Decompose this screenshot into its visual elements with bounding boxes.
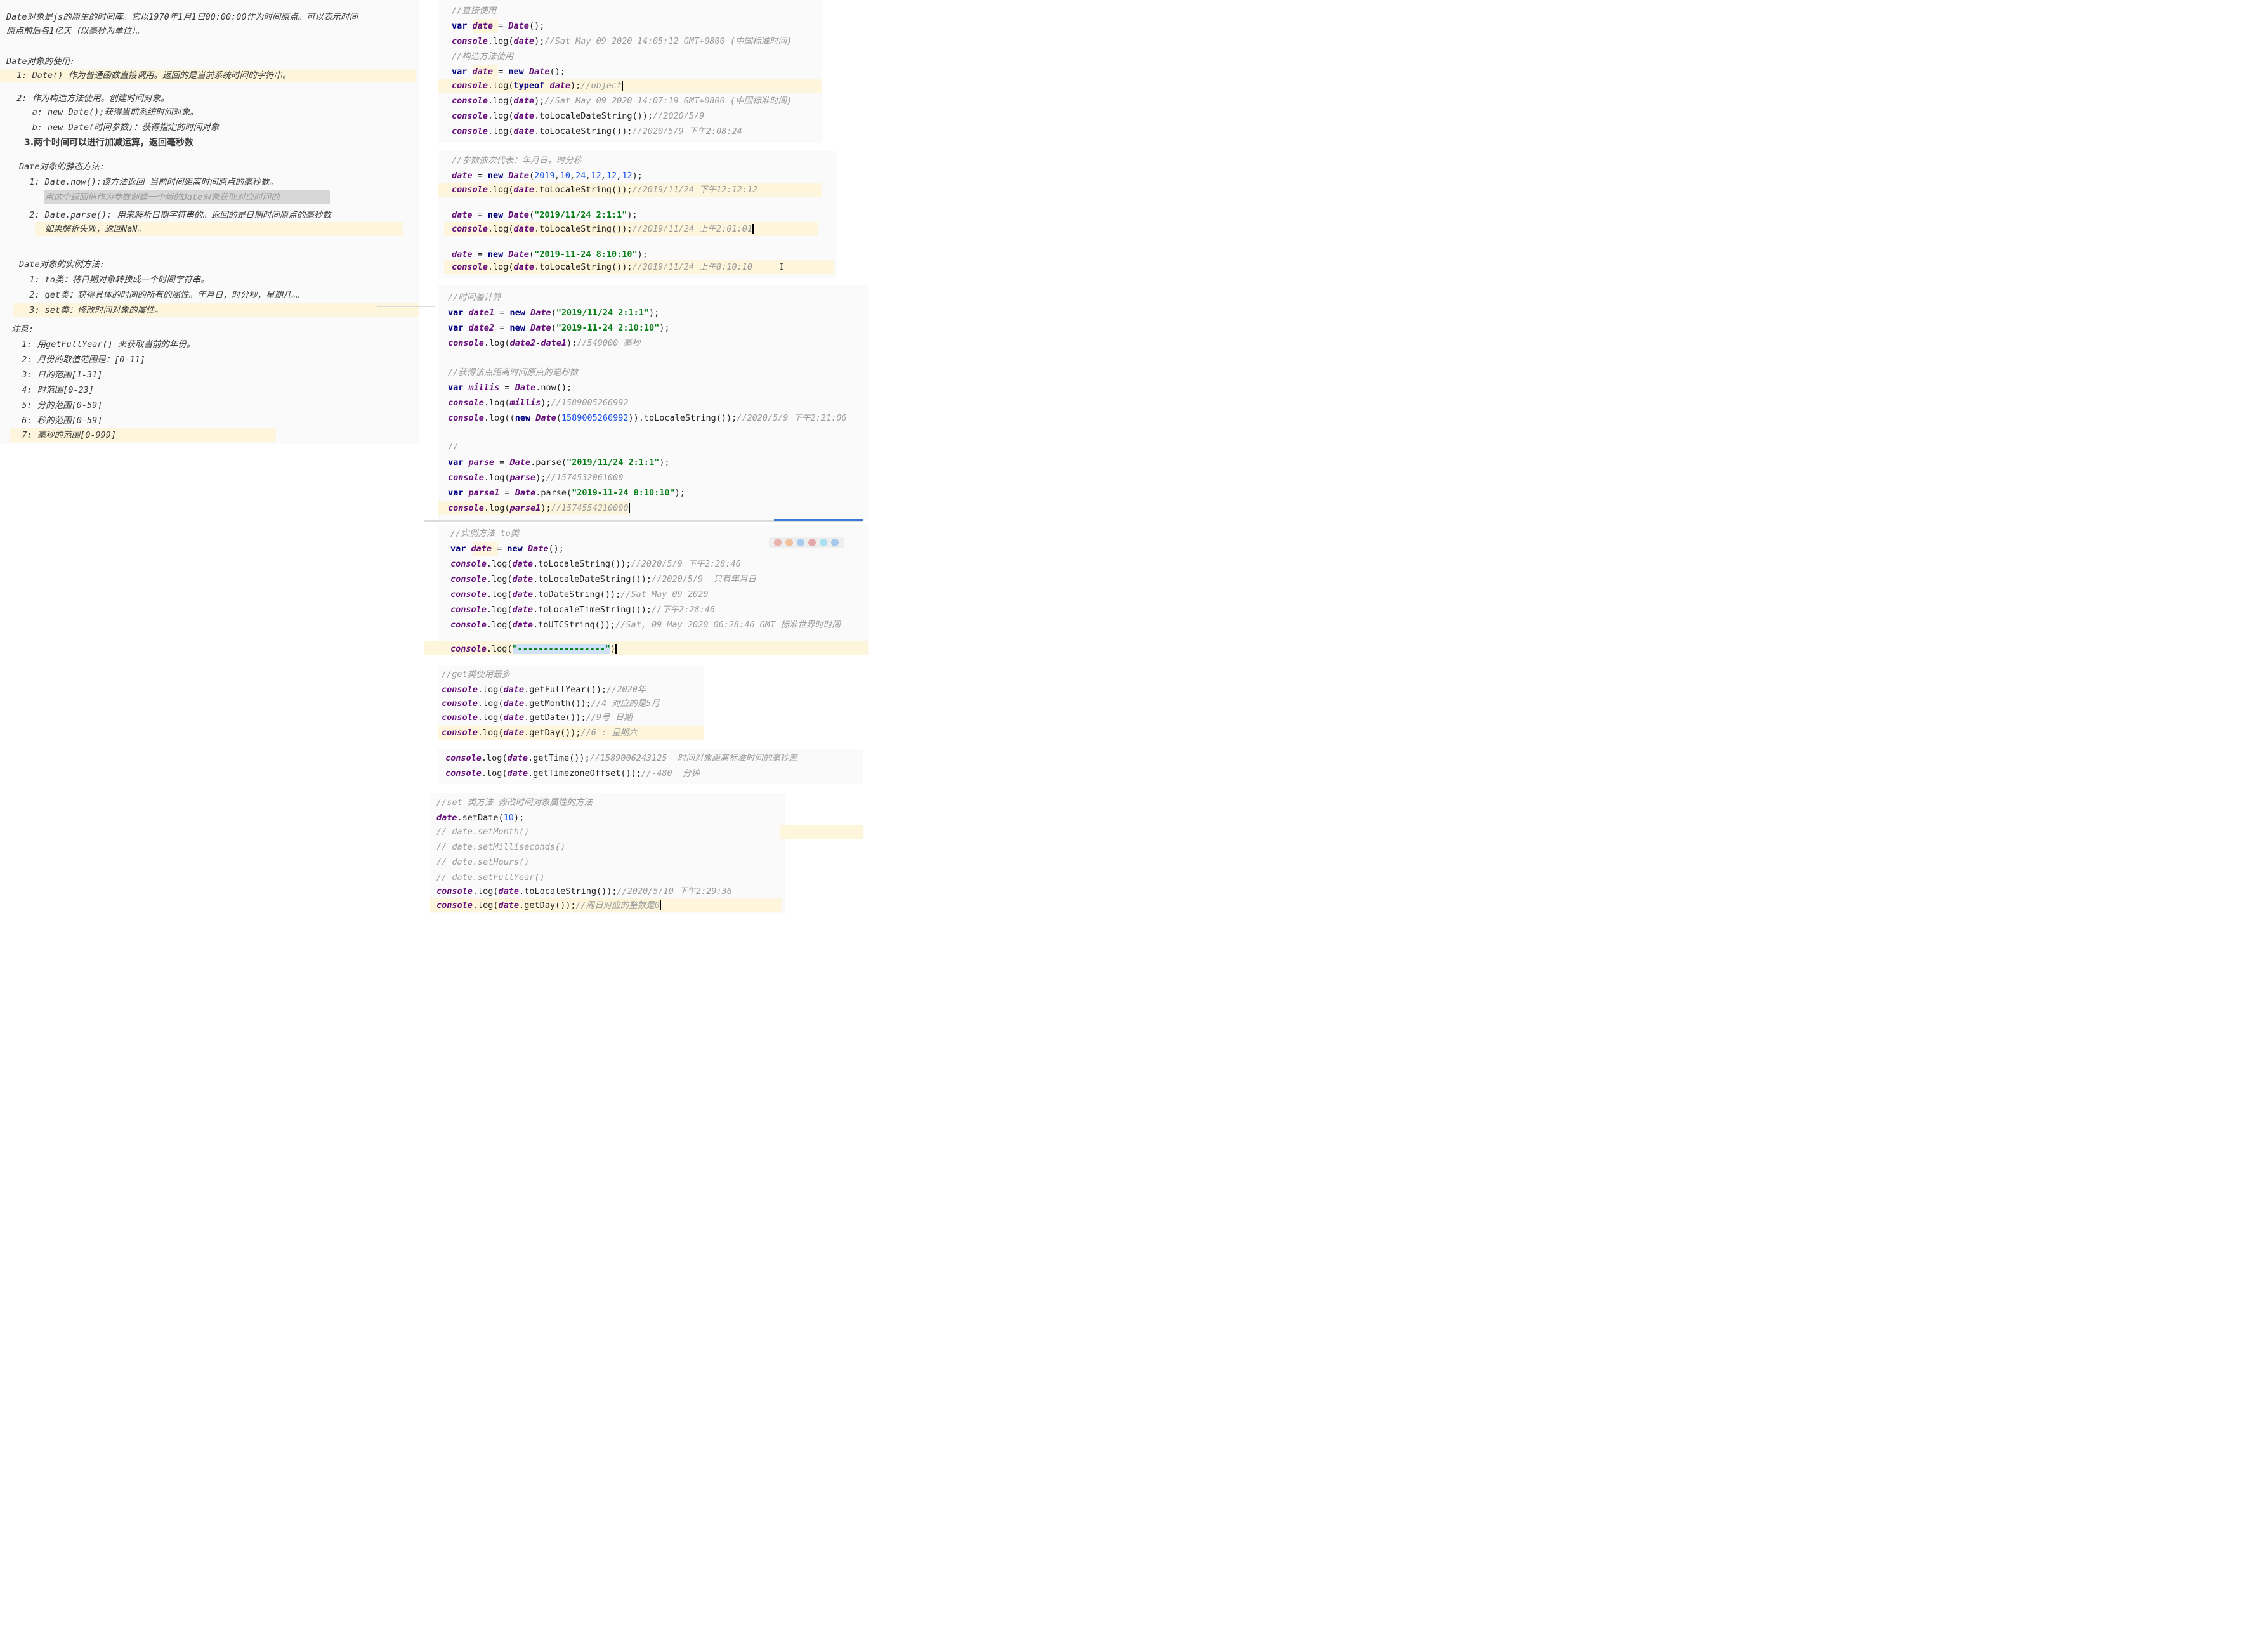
code-string: "2019/11/24 2:1:1" bbox=[534, 210, 627, 220]
text-caret bbox=[752, 224, 754, 234]
code-comment: //9号 日期 bbox=[586, 712, 633, 723]
note-line: 注意: bbox=[11, 324, 34, 334]
text-caret bbox=[628, 503, 630, 513]
code-comment: //获得该点距离时间原点的毫秒数 bbox=[448, 367, 579, 377]
code-comment: //Sat, 09 May 2020 06:28:46 GMT 标准世界时时间 bbox=[615, 620, 841, 630]
code-comment: // date.setHours() bbox=[436, 857, 530, 867]
note-line: 1: 用getFullYear() 来获取当前的年份。 bbox=[11, 339, 195, 350]
note-line: Date对象的使用: bbox=[6, 56, 75, 67]
note-line: 2: Date.parse(): 用来解析日期字符串的。返回的是日期时间原点的毫… bbox=[19, 210, 331, 220]
code-comment: //1574554210000 bbox=[551, 503, 629, 513]
note-line: 原点前后各1亿天（以毫秒为单位）。 bbox=[6, 26, 145, 36]
code-highlight bbox=[780, 825, 863, 839]
code-comment: //实例方法 to类 bbox=[450, 528, 520, 539]
code-comment: //object bbox=[580, 81, 622, 91]
notes-divider bbox=[377, 306, 435, 307]
code-comment: //2020/5/9 下午2:28:46 bbox=[631, 559, 741, 569]
text-caret bbox=[615, 644, 617, 654]
code-comment: //set 类方法 修改时间对象属性的方法 bbox=[436, 797, 593, 808]
code-comment: //549000 毫秒 bbox=[577, 338, 641, 348]
note-line: Date对象的实例方法: bbox=[19, 259, 105, 270]
scroll-indicator[interactable] bbox=[774, 519, 863, 521]
code-comment: //2020/5/10 下午2:29:36 bbox=[617, 886, 732, 896]
note-line: 1: Date.now():该方法返回 当前时间距离时间原点的毫秒数。 bbox=[19, 177, 279, 187]
code-comment: //2020年 bbox=[606, 685, 646, 695]
ie-icon[interactable] bbox=[820, 539, 827, 546]
code-comment: // date.setFullYear() bbox=[436, 872, 545, 882]
note-line: 1: Date() 作为普通函数直接调用。返回的是当前系统时间的字符串。 bbox=[6, 70, 291, 81]
code-comment: //-480 分钟 bbox=[641, 768, 700, 778]
code-string: "2019-11-24 8:10:10" bbox=[534, 249, 638, 259]
code-comment: // bbox=[448, 442, 459, 452]
note-line: 2: 作为构造方法使用。创建时间对象。 bbox=[6, 93, 169, 103]
code-comment: //2020/5/9 只有年月日 bbox=[652, 574, 757, 584]
note-line: Date对象的静态方法: bbox=[19, 162, 105, 172]
note-line: 1: to类：将日期对象转换成一个时间字符串。 bbox=[19, 275, 209, 285]
code-comment: // date.setMonth() bbox=[436, 827, 530, 837]
code-comment: //2020/5/9 bbox=[653, 111, 705, 121]
note-line: 6: 秒的范围[0-59] bbox=[11, 416, 103, 426]
code-comment: //1589005266992 bbox=[551, 398, 629, 408]
code-comment: //4 对应的是5月 bbox=[591, 699, 660, 709]
code-string-selected: "-----------------" bbox=[512, 644, 610, 654]
note-heading: 3.两个时间可以进行加减运算，返回毫秒数 bbox=[24, 138, 194, 148]
note-line: 2: get类：获得具体的时间的所有的属性。年月日，时分秒，星期几。。 bbox=[19, 290, 305, 300]
note-line: b: new Date(时间参数)：获得指定的时间对象 bbox=[6, 122, 220, 133]
edge-icon[interactable] bbox=[831, 539, 839, 546]
note-line: Date对象是js的原生的时间库。它以1970年1月1日00:00:00作为时间… bbox=[6, 12, 358, 22]
code-comment: //6 : 星期六 bbox=[580, 728, 638, 738]
code-comment: //2019/11/24 上午8:10:10 bbox=[632, 262, 753, 272]
note-line: 如果解析失败，返回NaN。 bbox=[19, 224, 147, 234]
note-line: 3: set类：修改时间对象的属性。 bbox=[19, 305, 164, 315]
code-comment: //构造方法使用 bbox=[452, 51, 514, 62]
code-comment: //直接使用 bbox=[452, 6, 497, 16]
code-comment: //Sat May 09 2020 14:07:19 GMT+0800 (中国标… bbox=[544, 96, 792, 106]
safari-icon[interactable] bbox=[797, 539, 804, 546]
mouse-cursor-icon: I bbox=[779, 262, 785, 272]
code-comment: //Sat May 09 2020 bbox=[620, 589, 709, 600]
code-comment: //参数依次代表：年月日，时分秒 bbox=[452, 155, 582, 166]
code-comment: // date.setMilliseconds() bbox=[436, 842, 566, 852]
code-comment: //下午2:28:46 bbox=[652, 605, 716, 615]
firefox-icon[interactable] bbox=[785, 539, 793, 546]
code-comment: //周日对应的整数是0 bbox=[575, 900, 660, 910]
text-caret bbox=[659, 900, 661, 910]
note-line-selected: 用这个返回值作为参数创建一个新的Date对象获取对应时间的 bbox=[19, 192, 280, 202]
code-string: "2019/11/24 2:1:1" bbox=[566, 457, 660, 468]
note-line: a: new Date();获得当前系统时间对象。 bbox=[6, 107, 199, 117]
code-comment: //时间差计算 bbox=[448, 292, 501, 303]
code-string: "2019-11-24 8:10:10" bbox=[572, 488, 675, 498]
code-comment: //1574532061000 bbox=[546, 473, 624, 483]
note-line: 4: 时范围[0-23] bbox=[11, 385, 94, 395]
code-string: "2019-11-24 2:10:10" bbox=[556, 323, 660, 333]
code-string: "2019/11/24 2:1:1" bbox=[556, 308, 650, 318]
code-comment: //1589006243125 时间对象距离标准时间的毫秒差 bbox=[589, 753, 797, 763]
code-comment: //2019/11/24 下午12:12:12 bbox=[632, 185, 758, 195]
chrome-icon[interactable] bbox=[774, 539, 782, 546]
note-line: 7: 毫秒的范围[0-999] bbox=[11, 430, 117, 440]
code-comment: //2020/5/9 下午2:08:24 bbox=[632, 126, 742, 136]
browser-toolbar-faded bbox=[769, 537, 844, 548]
text-caret bbox=[622, 81, 624, 91]
code-comment: //get类使用最多 bbox=[442, 669, 511, 679]
code-comment: //2019/11/24 上午2:01:01 bbox=[632, 224, 753, 234]
note-line: 2: 月份的取值范围是：[0-11] bbox=[11, 355, 145, 365]
opera-icon[interactable] bbox=[808, 539, 816, 546]
note-line: 3: 日的范围[1-31] bbox=[11, 370, 103, 380]
note-line: 5: 分的范围[0-59] bbox=[11, 400, 103, 410]
code-comment: //Sat May 09 2020 14:05:12 GMT+0800 (中国标… bbox=[544, 36, 792, 46]
code-comment: //2020/5/9 下午2:21:06 bbox=[737, 413, 847, 423]
